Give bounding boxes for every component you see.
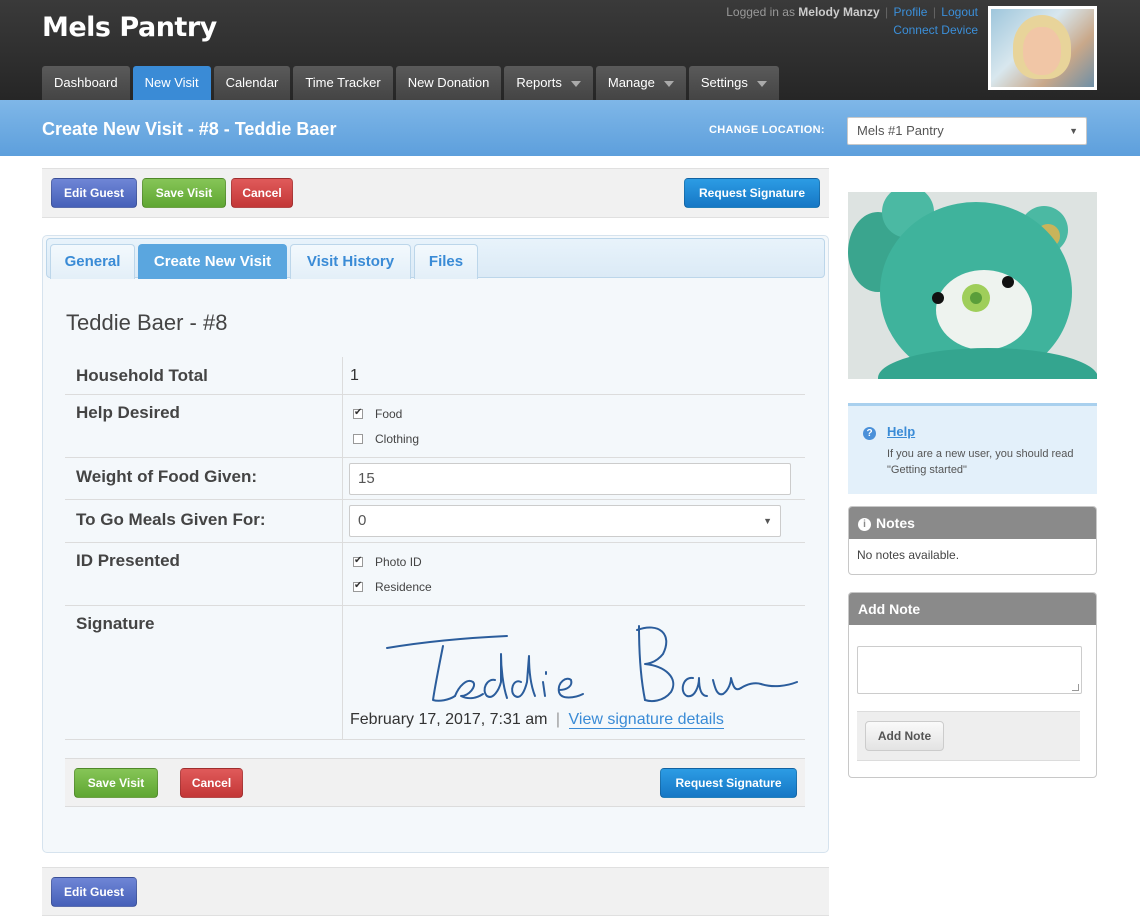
cancel-button[interactable]: Cancel bbox=[231, 178, 293, 208]
chevron-down-icon bbox=[570, 80, 581, 87]
signature-label: Signature bbox=[76, 614, 155, 633]
location-select[interactable]: Mels #1 Pantry ▼ bbox=[847, 117, 1087, 145]
guest-photo bbox=[848, 192, 1097, 379]
dropdown-arrow-icon: ▼ bbox=[1069, 126, 1078, 136]
help-food-label: Food bbox=[375, 407, 403, 421]
top-toolbar: Edit Guest Save Visit Cancel Request Sig… bbox=[42, 168, 829, 218]
id-residence-label: Residence bbox=[375, 580, 432, 594]
chevron-down-icon bbox=[663, 80, 674, 87]
nav-settings[interactable]: Settings bbox=[688, 66, 779, 100]
signature-row: Signature February 17, 2017, 7:31 am | V… bbox=[65, 606, 805, 740]
help-clothing-checkbox[interactable]: Clothing bbox=[353, 432, 419, 446]
household-total-value: 1 bbox=[350, 367, 359, 384]
page-title: Create New Visit - #8 - Teddie Baer bbox=[42, 119, 337, 139]
nav-reports[interactable]: Reports bbox=[504, 66, 593, 100]
save-visit-button[interactable]: Save Visit bbox=[142, 178, 226, 208]
tab-bar: General Create New Visit Visit History F… bbox=[46, 238, 825, 279]
note-textarea[interactable] bbox=[857, 646, 1082, 694]
footer-toolbar: Edit Guest bbox=[42, 867, 829, 916]
edit-guest-button[interactable]: Edit Guest bbox=[51, 178, 137, 208]
household-total-label: Household Total bbox=[76, 366, 208, 385]
avatar-face bbox=[1023, 27, 1061, 75]
help-icon: ? bbox=[863, 427, 876, 440]
checkbox-checked-icon[interactable] bbox=[353, 407, 363, 419]
connect-device-link[interactable]: Connect Device bbox=[893, 23, 978, 37]
weight-row: Weight of Food Given: 15 bbox=[65, 458, 805, 500]
id-photo-checkbox[interactable]: Photo ID bbox=[353, 555, 422, 569]
dropdown-arrow-icon: ▼ bbox=[763, 516, 772, 526]
checkbox-checked-icon[interactable] bbox=[353, 580, 363, 592]
main-nav: Dashboard New Visit Calendar Time Tracke… bbox=[42, 66, 779, 100]
togo-meals-row: To Go Meals Given For: 0 ▼ bbox=[65, 500, 805, 543]
page-header: Create New Visit - #8 - Teddie Baer CHAN… bbox=[0, 100, 1140, 156]
checkbox-unchecked-icon[interactable] bbox=[353, 434, 363, 444]
checkbox-checked-icon[interactable] bbox=[353, 555, 363, 567]
edit-guest-button[interactable]: Edit Guest bbox=[51, 877, 137, 907]
tab-visit-history[interactable]: Visit History bbox=[290, 244, 411, 279]
request-signature-button[interactable]: Request Signature bbox=[684, 178, 820, 208]
nav-manage[interactable]: Manage bbox=[595, 66, 686, 100]
separator: | bbox=[932, 5, 936, 19]
user-avatar[interactable] bbox=[988, 6, 1097, 90]
tab-general[interactable]: General bbox=[50, 244, 135, 279]
help-box: ? Help If you are a new user, you should… bbox=[848, 403, 1097, 494]
separator: | bbox=[885, 5, 889, 19]
bottom-toolbar: Save Visit Cancel Request Signature bbox=[65, 758, 805, 807]
help-food-checkbox[interactable]: Food bbox=[353, 407, 402, 421]
chevron-down-icon bbox=[756, 80, 767, 87]
nav-new-visit[interactable]: New Visit bbox=[132, 66, 211, 100]
notes-empty-text: No notes available. bbox=[857, 548, 960, 562]
save-visit-button[interactable]: Save Visit bbox=[74, 768, 158, 798]
nav-dashboard[interactable]: Dashboard bbox=[42, 66, 130, 100]
user-name: Melody Manzy bbox=[798, 5, 880, 19]
logout-link[interactable]: Logout bbox=[941, 5, 978, 19]
help-desired-row: Help Desired Food Clothing bbox=[65, 395, 805, 458]
id-residence-checkbox[interactable]: Residence bbox=[353, 580, 432, 594]
location-value: Mels #1 Pantry bbox=[857, 123, 944, 138]
signature-image bbox=[386, 625, 798, 702]
cancel-button[interactable]: Cancel bbox=[180, 768, 243, 798]
nav-new-donation[interactable]: New Donation bbox=[395, 66, 502, 100]
user-box: Logged in as Melody Manzy | Profile | Lo… bbox=[726, 3, 978, 39]
top-header: Mels Pantry Logged in as Melody Manzy | … bbox=[0, 0, 1140, 100]
id-presented-label: ID Presented bbox=[76, 551, 180, 570]
add-note-toolbar: Add Note bbox=[857, 711, 1080, 761]
request-signature-button[interactable]: Request Signature bbox=[660, 768, 797, 798]
togo-meals-value: 0 bbox=[358, 512, 367, 529]
help-clothing-label: Clothing bbox=[375, 432, 420, 446]
profile-link[interactable]: Profile bbox=[893, 5, 927, 19]
nav-time-tracker[interactable]: Time Tracker bbox=[293, 66, 393, 100]
logged-in-prefix: Logged in as bbox=[726, 5, 795, 19]
teddy-bear-image bbox=[848, 192, 1097, 379]
togo-meals-select[interactable]: 0 ▼ bbox=[349, 505, 781, 537]
signature-meta: February 17, 2017, 7:31 am | View signat… bbox=[350, 711, 724, 729]
guest-heading: Teddie Baer - #8 bbox=[66, 310, 228, 335]
info-icon: i bbox=[858, 518, 871, 531]
household-total-row: Household Total 1 bbox=[65, 357, 805, 395]
add-note-header: Add Note bbox=[849, 593, 1096, 625]
add-note-card: Add Note Add Note bbox=[848, 592, 1097, 778]
id-presented-row: ID Presented Photo ID Residence bbox=[65, 543, 805, 606]
id-photo-label: Photo ID bbox=[375, 555, 422, 569]
change-location-label: CHANGE LOCATION: bbox=[709, 124, 825, 136]
separator: | bbox=[555, 711, 561, 728]
tab-create-new-visit[interactable]: Create New Visit bbox=[138, 244, 287, 279]
help-title-link[interactable]: Help bbox=[887, 424, 915, 439]
help-desired-label: Help Desired bbox=[76, 403, 180, 422]
nav-calendar[interactable]: Calendar bbox=[213, 66, 291, 100]
notes-title: Notes bbox=[876, 515, 915, 531]
notes-header: i Notes bbox=[849, 507, 1096, 539]
tab-files[interactable]: Files bbox=[414, 244, 478, 279]
weight-label: Weight of Food Given: bbox=[76, 467, 257, 486]
notes-card: i Notes No notes available. bbox=[848, 506, 1097, 575]
help-text: If you are a new user, you should read "… bbox=[887, 448, 1074, 476]
signature-date: February 17, 2017, 7:31 am bbox=[350, 711, 548, 728]
app-brand[interactable]: Mels Pantry bbox=[42, 12, 217, 43]
view-signature-details-link[interactable]: View signature details bbox=[568, 711, 724, 729]
add-note-button[interactable]: Add Note bbox=[865, 721, 944, 751]
togo-meals-label: To Go Meals Given For: bbox=[76, 510, 266, 529]
weight-input[interactable]: 15 bbox=[349, 463, 791, 495]
